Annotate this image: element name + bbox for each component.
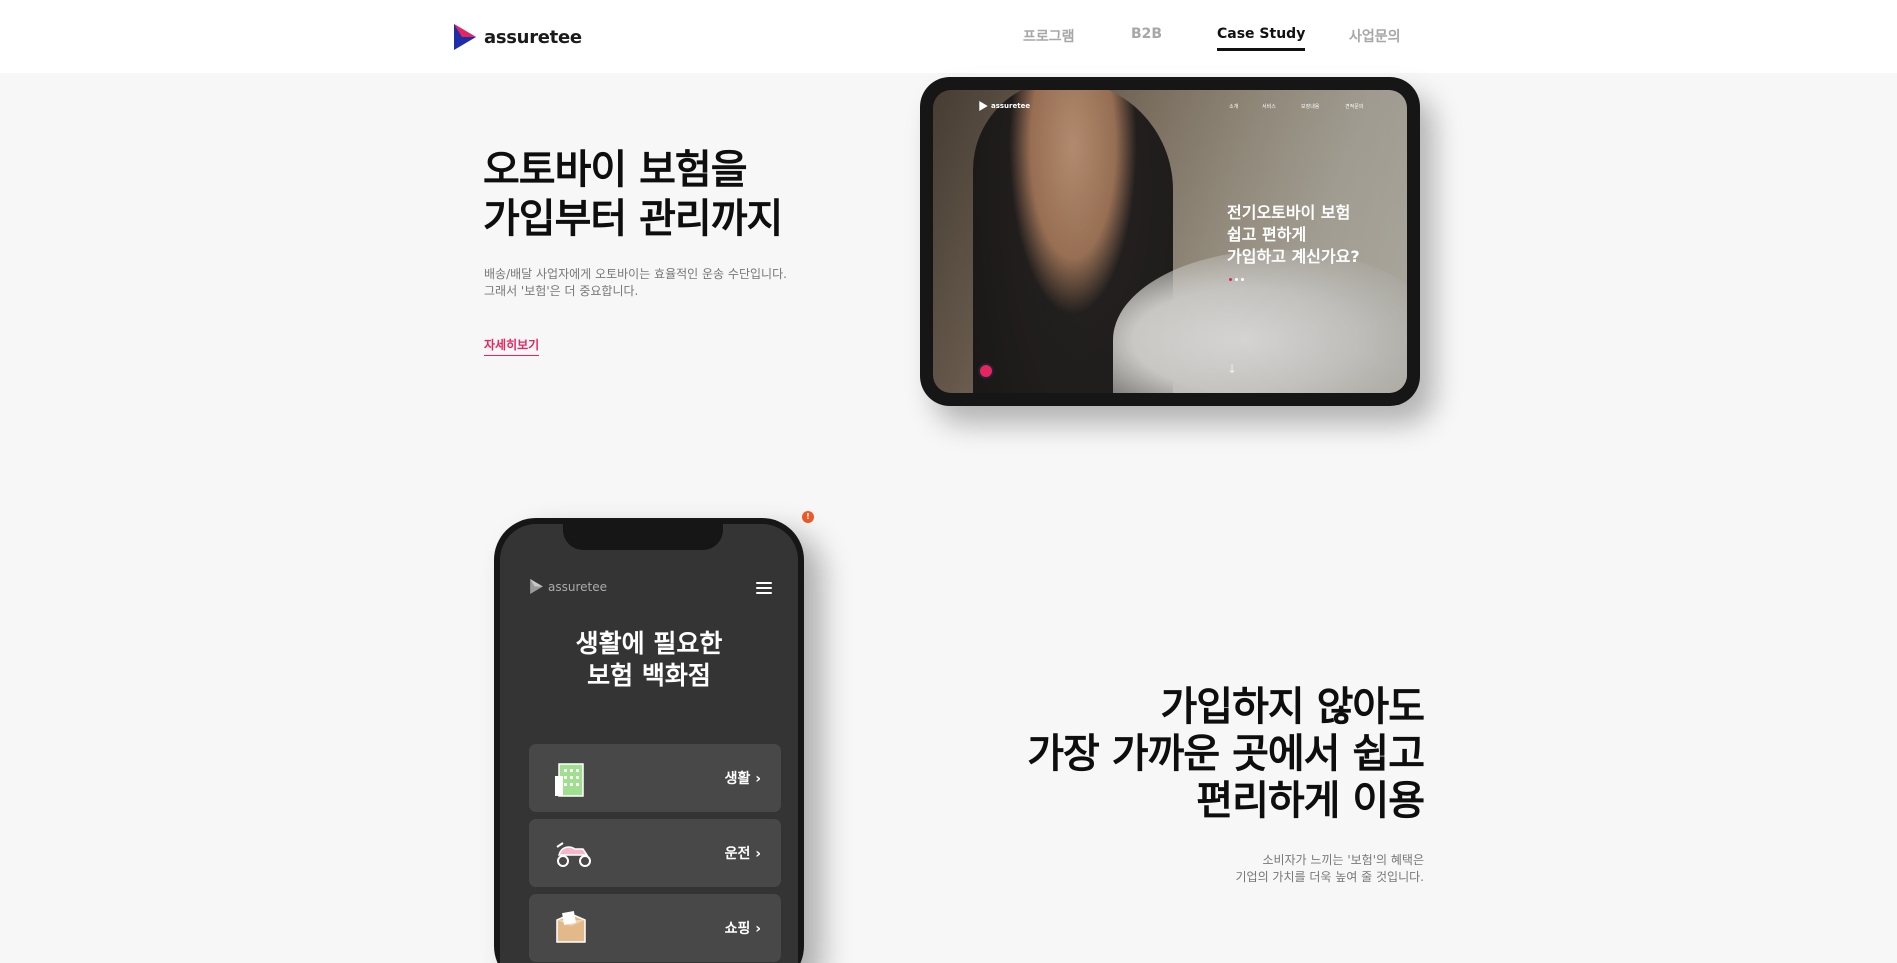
section-title-line: 가장 가까운 곳에서 쉽고 [1027,731,1425,777]
logo-mark-icon [979,101,988,111]
category-label: 운전 › [724,846,761,862]
tablet-screen: assuretee 소개 서비스 보장내용 견적문의 전기오토바이 보험 쉽고 … [933,90,1407,393]
notice-icon[interactable]: ! [802,511,814,523]
category-label: 쇼핑 › [724,921,761,937]
category-label: 생활 › [724,771,761,787]
nav-item-business-inquiry[interactable]: 사업문의 [1349,26,1401,46]
tablet-badge-icon [978,363,994,379]
section-desc-line: 소비자가 느끼는 '보험'의 혜택은 [1262,853,1424,867]
nav-item-program[interactable]: 프로그램 [1023,26,1075,46]
tablet-nav-item: 소개 [1229,104,1239,110]
phone-logo: assuretee [530,579,607,594]
section-title: 가입하지 않아도 가장 가까운 곳에서 쉽고 편리하게 이용 [1027,684,1425,825]
nav-item-b2b[interactable]: B2B [1131,26,1162,42]
tablet-nav-item: 서비스 [1262,104,1276,110]
section-desc-line: 기업의 가치를 더욱 높여 줄 것입니다. [1235,870,1425,884]
site-header: assuretee 프로그램 B2B Case Study 사업문의 [0,0,1897,73]
chevron-right-icon: › [755,771,761,787]
hero-desc-line: 그래서 '보험'은 더 중요합니다. [484,284,639,298]
phone-title: 생활에 필요한 보험 백화점 [500,628,798,692]
tablet-logo: assuretee [979,101,1030,111]
tablet-nav-item: 견적문의 [1345,104,1364,110]
tablet-logo-text: assuretee [991,102,1031,110]
learn-more-link[interactable]: 자세히보기 [484,336,540,356]
hero-desc-line: 배송/배달 사업자에게 오토바이는 효율적인 운송 수단입니다. [484,267,787,281]
phone-title-line: 보험 백화점 [587,661,711,690]
section-title-line: 편리하게 이용 [1196,778,1425,824]
hero-description: 배송/배달 사업자에게 오토바이는 효율적인 운송 수단입니다. 그래서 '보험… [484,266,787,300]
logo-mark-icon [530,579,543,594]
chevron-right-icon: › [755,846,761,862]
menu-icon [756,582,772,594]
box-icon [553,908,589,948]
tablet-nav-item: 보장내용 [1301,104,1320,110]
hero-title-line: 가입부터 관리까지 [483,196,783,242]
building-icon [553,758,589,798]
phone-title-line: 생활에 필요한 [575,629,723,658]
category-item-life: 생활 › [529,744,781,812]
tablet-headline-line: 쉽고 편하게 [1227,225,1307,244]
category-item-driving: 운전 › [529,819,781,887]
section-description: 소비자가 느끼는 '보험'의 혜택은 기업의 가치를 더욱 높여 줄 것입니다. [1236,852,1425,886]
scooter-icon [553,833,591,873]
nav-item-case-study[interactable]: Case Study [1217,26,1306,51]
main-nav: 프로그램 B2B Case Study 사업문의 [0,26,1897,56]
tablet-mockup: assuretee 소개 서비스 보장내용 견적문의 전기오토바이 보험 쉽고 … [920,77,1420,406]
tablet-headline-line: 전기오토바이 보험 [1227,203,1351,222]
chevron-right-icon: › [755,921,761,937]
tablet-headline-line: 가입하고 계신가요? [1227,247,1360,266]
phone-mockup: assuretee 생활에 필요한 보험 백화점 생활 › 운전 › 쇼핑 › [494,518,804,963]
section-title-line: 가입하지 않아도 [1160,684,1425,730]
phone-screen: assuretee 생활에 필요한 보험 백화점 생활 › 운전 › 쇼핑 › [500,524,798,963]
phone-notch [563,524,723,550]
hero-title-line: 오토바이 보험을 [483,147,748,193]
tablet-headline: 전기오토바이 보험 쉽고 편하게 가입하고 계신가요? [1227,202,1360,268]
hero-title: 오토바이 보험을 가입부터 관리까지 [483,146,783,244]
category-item-shopping: 쇼핑 › [529,894,781,962]
slide-indicator [1229,278,1244,281]
scroll-down-icon: ↓ [1227,362,1238,376]
phone-logo-text: assuretee [548,579,607,594]
